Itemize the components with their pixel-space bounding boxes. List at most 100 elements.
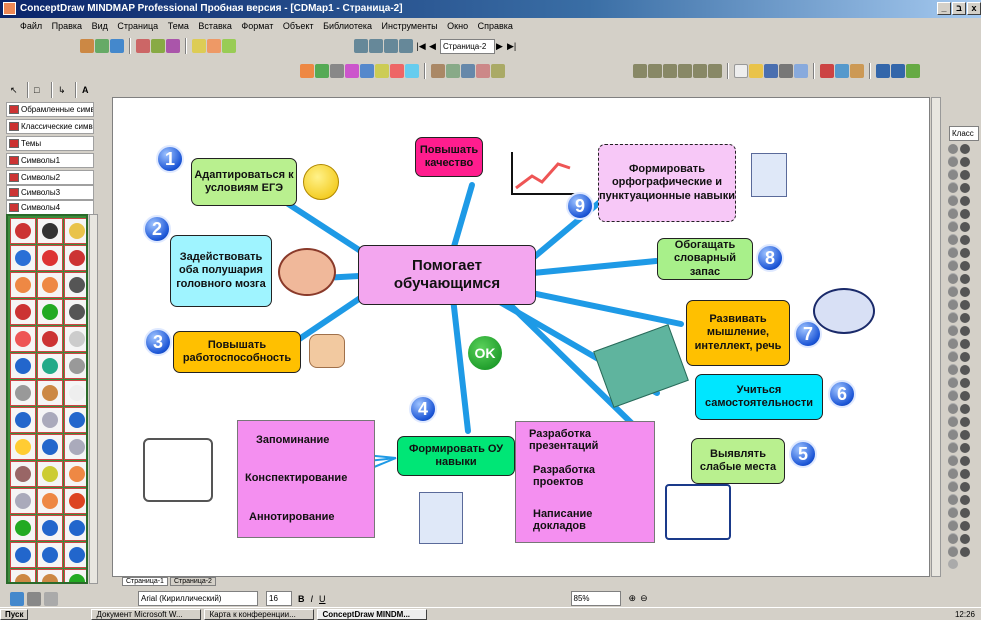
palette-symbol[interactable]	[10, 380, 36, 406]
topic-study-skills[interactable]: Формировать ОУ навыки	[397, 436, 515, 476]
topic-weak-spots[interactable]: Выявлять слабые места	[691, 438, 785, 484]
menu-object[interactable]: Объект	[283, 21, 314, 31]
leaf-annotate[interactable]: Аннотирование	[249, 511, 335, 523]
shape-symbol[interactable]	[948, 170, 958, 180]
shape-symbol[interactable]	[948, 300, 958, 310]
note-icon[interactable]	[166, 39, 180, 53]
palette-symbol[interactable]	[10, 326, 36, 352]
palette-symbol[interactable]	[64, 353, 86, 379]
copy-icon[interactable]	[835, 64, 849, 78]
insert-symbol-icon[interactable]	[390, 64, 404, 78]
shape-symbol[interactable]	[960, 248, 970, 258]
align-middle-icon[interactable]	[693, 64, 707, 78]
palette-symbol[interactable]	[10, 569, 36, 582]
taskbar-item-word[interactable]: Документ Microsoft W...	[91, 608, 202, 620]
topic-spelling[interactable]: Формировать орфографические и пунктуацио…	[598, 144, 736, 222]
align-center-icon[interactable]	[648, 64, 662, 78]
shape-symbol[interactable]	[960, 443, 970, 453]
shape-symbol[interactable]	[948, 430, 958, 440]
pointer-icon[interactable]: ↖	[10, 85, 22, 96]
library-item[interactable]: Символы3	[6, 185, 94, 200]
library-item[interactable]: Обрамленные симв	[6, 102, 94, 117]
library-item[interactable]: Символы4	[6, 200, 94, 215]
shape-symbol[interactable]	[948, 248, 958, 258]
shape-symbol[interactable]	[948, 209, 958, 219]
shape-symbol[interactable]	[948, 495, 958, 505]
topic-efficiency[interactable]: Повышать работоспособность	[173, 331, 301, 373]
insert-clip-icon[interactable]	[375, 64, 389, 78]
save-icon[interactable]	[764, 64, 778, 78]
palette-symbol[interactable]	[64, 434, 86, 460]
shape-symbol[interactable]	[948, 365, 958, 375]
line-width-icon[interactable]	[27, 591, 41, 606]
palette-symbol[interactable]	[10, 272, 36, 298]
new-icon[interactable]	[734, 64, 748, 78]
shape-symbol[interactable]	[960, 287, 970, 297]
priority-icon[interactable]	[207, 39, 221, 53]
callout-icon[interactable]	[110, 39, 124, 53]
shape-symbol[interactable]	[948, 534, 958, 544]
taskbar-item-map[interactable]: Карта к конференции...	[204, 608, 315, 620]
palette-symbol[interactable]	[10, 542, 36, 568]
theme-icon[interactable]	[476, 64, 490, 78]
palette-symbol[interactable]	[37, 434, 63, 460]
task-icon[interactable]	[222, 39, 236, 53]
class-select[interactable]: Класс	[949, 126, 979, 141]
menu-view[interactable]: Вид	[92, 21, 108, 31]
shape-symbol[interactable]	[948, 521, 958, 531]
shape-symbol[interactable]	[960, 157, 970, 167]
shape-symbol[interactable]	[960, 196, 970, 206]
menu-tools[interactable]: Инструменты	[382, 21, 438, 31]
library-item[interactable]: Темы	[6, 136, 94, 151]
shape-symbol[interactable]	[960, 261, 970, 271]
italic-button[interactable]: I	[311, 594, 314, 604]
topic-independence[interactable]: Учиться самостоятельности	[695, 374, 823, 420]
menu-format[interactable]: Формат	[241, 21, 273, 31]
insert-line-icon[interactable]	[330, 64, 344, 78]
library-item[interactable]: Символы2	[6, 170, 94, 185]
palette-symbol[interactable]	[64, 407, 86, 433]
map-canvas[interactable]: Помогает обучающимся 1 Адаптироваться к …	[112, 97, 930, 577]
palette-symbol[interactable]	[10, 353, 36, 379]
page-icon[interactable]	[354, 39, 368, 53]
shape-symbol[interactable]	[948, 196, 958, 206]
palette-symbol[interactable]	[64, 218, 86, 244]
palette-symbol[interactable]	[64, 569, 86, 582]
palette-symbol[interactable]	[10, 299, 36, 325]
palette-symbol[interactable]	[10, 218, 36, 244]
palette-symbol[interactable]	[37, 218, 63, 244]
insert-text-icon[interactable]	[360, 64, 374, 78]
shape-symbol[interactable]	[948, 417, 958, 427]
topic-thinking[interactable]: Развивать мышление, интеллект, речь	[686, 300, 790, 366]
font-select[interactable]: Arial (Кириллический)	[138, 591, 258, 606]
page-select[interactable]: Страница-2	[440, 38, 495, 54]
palette-symbol[interactable]	[37, 326, 63, 352]
shape-symbol[interactable]	[948, 547, 958, 557]
shape-symbol[interactable]	[960, 274, 970, 284]
tab-page-2[interactable]: Страница-2	[170, 577, 216, 586]
shape-symbol[interactable]	[948, 261, 958, 271]
palette-symbol[interactable]	[37, 515, 63, 541]
shape-symbol[interactable]	[948, 183, 958, 193]
topic-icon[interactable]	[80, 39, 94, 53]
shape-symbol[interactable]	[948, 391, 958, 401]
shape-symbol[interactable]	[948, 274, 958, 284]
shape-symbol[interactable]	[960, 183, 970, 193]
shape-symbol[interactable]	[948, 559, 958, 569]
shape-symbol[interactable]	[948, 313, 958, 323]
align-bottom-icon[interactable]	[708, 64, 722, 78]
redo-icon[interactable]	[891, 64, 905, 78]
shape-symbol[interactable]	[960, 482, 970, 492]
print-icon[interactable]	[779, 64, 793, 78]
leaf-memorize[interactable]: Запоминание	[256, 434, 329, 446]
topic-brain-hemispheres[interactable]: Задействовать оба полушария головного мо…	[170, 235, 272, 307]
palette-symbol[interactable]	[37, 299, 63, 325]
menu-edit[interactable]: Правка	[52, 21, 82, 31]
shape-symbol[interactable]	[960, 469, 970, 479]
flag-icon[interactable]	[192, 39, 206, 53]
shape-symbol[interactable]	[960, 352, 970, 362]
last-page-icon[interactable]: ▶|	[507, 41, 521, 52]
menu-help[interactable]: Справка	[478, 21, 513, 31]
palette-symbol[interactable]	[37, 488, 63, 514]
canvas-vscroll[interactable]	[931, 97, 941, 577]
